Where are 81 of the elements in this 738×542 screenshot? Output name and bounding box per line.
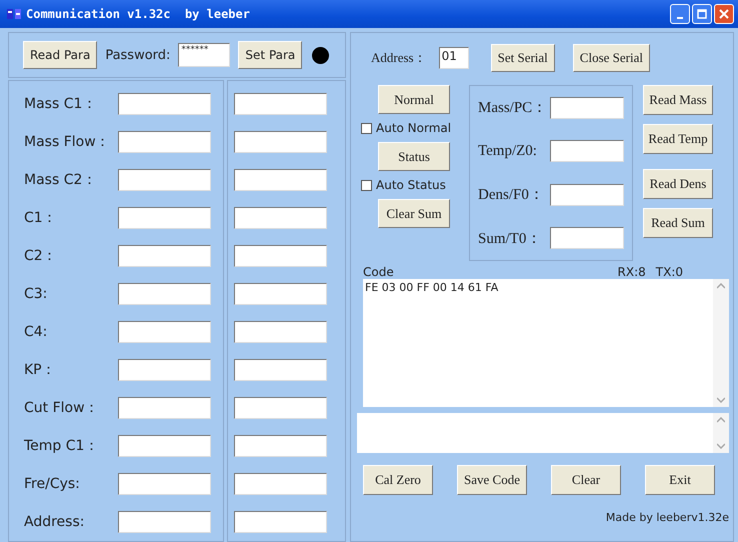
value-field[interactable] <box>234 397 327 419</box>
read-button[interactable]: Read Sum <box>643 208 713 238</box>
param-label: Temp C1： <box>24 437 100 455</box>
param-field[interactable] <box>118 93 211 115</box>
reading-label: Dens/F0： <box>478 186 544 204</box>
reading-label: Mass/PC： <box>478 99 548 118</box>
mode-button[interactable]: Normal <box>378 85 450 114</box>
password-label: Password: <box>105 48 170 62</box>
param-label: Mass Flow： <box>24 133 111 151</box>
value-field[interactable] <box>234 93 327 115</box>
param-label: Fre/Cys: <box>24 476 81 492</box>
param-field[interactable] <box>118 359 211 381</box>
value-field[interactable] <box>234 169 327 191</box>
param-field[interactable] <box>118 473 211 495</box>
value-field[interactable] <box>234 435 327 457</box>
reading-field[interactable] <box>550 140 624 162</box>
tx-count: TX:0 <box>656 265 683 279</box>
code-label: Code <box>363 265 394 279</box>
value-field[interactable] <box>234 245 327 267</box>
address-field[interactable]: 01 <box>438 47 469 69</box>
mode-button[interactable]: Status <box>378 142 450 171</box>
read-button[interactable]: Read Temp <box>643 124 713 154</box>
param-label: C3: <box>24 286 48 302</box>
param-field[interactable] <box>118 207 211 229</box>
param-label: C2： <box>24 247 58 265</box>
param-field[interactable] <box>118 397 211 419</box>
reading-label: Sum/T0： <box>478 230 542 248</box>
minimize-icon <box>677 17 683 19</box>
rx-count: RX:8 <box>618 265 646 279</box>
param-label: Mass C2： <box>24 171 98 189</box>
window-title: Communication v1.32c by leeber <box>26 7 250 21</box>
checkbox[interactable] <box>361 180 372 190</box>
read-button[interactable]: Read Mass <box>643 85 713 115</box>
checkbox-label: Auto Status <box>376 178 446 192</box>
close-icon <box>719 9 729 19</box>
serial-button[interactable]: Close Serial <box>572 44 650 72</box>
value-field[interactable] <box>234 207 327 229</box>
param-label: C1： <box>24 209 58 227</box>
param-field[interactable] <box>118 245 211 267</box>
password-field[interactable]: ****** <box>178 43 230 67</box>
param-field[interactable] <box>118 131 211 153</box>
param-label: KP： <box>24 361 57 379</box>
maximize-icon <box>697 9 707 19</box>
action-button[interactable]: Save Code <box>457 465 527 495</box>
param-label: C4: <box>24 324 48 340</box>
address-label: Address： <box>371 49 427 67</box>
reading-field[interactable] <box>550 184 624 206</box>
value-field[interactable] <box>234 321 327 343</box>
param-label: Address: <box>24 514 86 530</box>
param-field[interactable] <box>118 435 211 457</box>
minimize-button[interactable] <box>670 4 690 24</box>
close-button[interactable] <box>714 4 734 24</box>
value-field[interactable] <box>234 131 327 153</box>
code-textarea[interactable]: FE 03 00 FF 00 14 61 FA <box>363 279 729 407</box>
read-para-button[interactable]: Read Para <box>23 41 98 69</box>
param-field[interactable] <box>118 511 211 533</box>
param-field[interactable] <box>118 283 211 305</box>
value-field[interactable] <box>234 511 327 533</box>
value-field[interactable] <box>234 473 327 495</box>
param-field[interactable] <box>118 321 211 343</box>
reading-field[interactable] <box>550 227 624 250</box>
action-button[interactable]: Exit <box>645 465 715 495</box>
checkbox-label: Auto Normal <box>376 121 452 135</box>
mode-button[interactable]: Clear Sum <box>378 199 450 228</box>
checkbox[interactable] <box>361 122 372 134</box>
value-field[interactable] <box>234 359 327 381</box>
read-button[interactable]: Read Dens <box>643 169 713 199</box>
param-field[interactable] <box>118 169 211 191</box>
action-button[interactable]: Clear <box>551 465 621 495</box>
value-field[interactable] <box>234 283 327 305</box>
maximize-button[interactable] <box>692 4 712 24</box>
reading-field[interactable] <box>550 96 624 119</box>
app-icon <box>6 7 22 21</box>
credit-text: Made by leeberv1.32e <box>604 511 729 524</box>
param-label: Cut Flow： <box>24 399 100 417</box>
serial-button[interactable]: Set Serial <box>490 44 555 72</box>
action-button[interactable]: Cal Zero <box>363 465 433 495</box>
code-text: FE 03 00 FF 00 14 61 FA <box>365 281 498 294</box>
set-para-button[interactable]: Set Para <box>238 41 302 69</box>
reading-label: Temp/Z0: <box>478 142 537 160</box>
param-label: Mass C1： <box>24 95 98 113</box>
